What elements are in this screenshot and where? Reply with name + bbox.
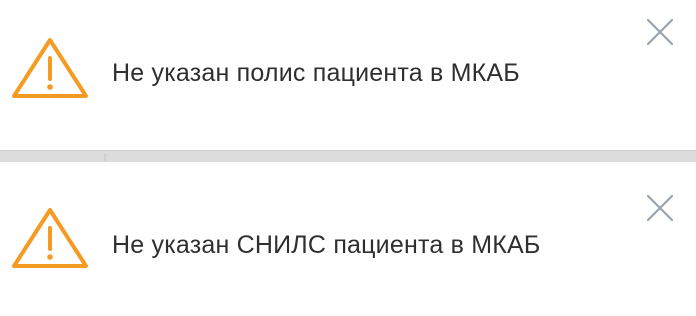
notification-message: Не указан СНИЛС пациента в МКАБ [112, 231, 541, 259]
notification-toast: Не указан СНИЛС пациента в МКАБ [0, 162, 696, 316]
notification-message: Не указан полис пациента в МКАБ [112, 59, 520, 87]
notification-stack: Не указан полис пациента в МКАБ Не указа… [0, 0, 696, 316]
notification-toast: Не указан полис пациента в МКАБ [0, 0, 696, 150]
close-icon[interactable] [642, 190, 678, 226]
close-icon[interactable] [642, 14, 678, 50]
warning-triangle-icon [10, 206, 90, 270]
notification-divider [0, 150, 696, 162]
warning-triangle-icon [10, 36, 90, 100]
